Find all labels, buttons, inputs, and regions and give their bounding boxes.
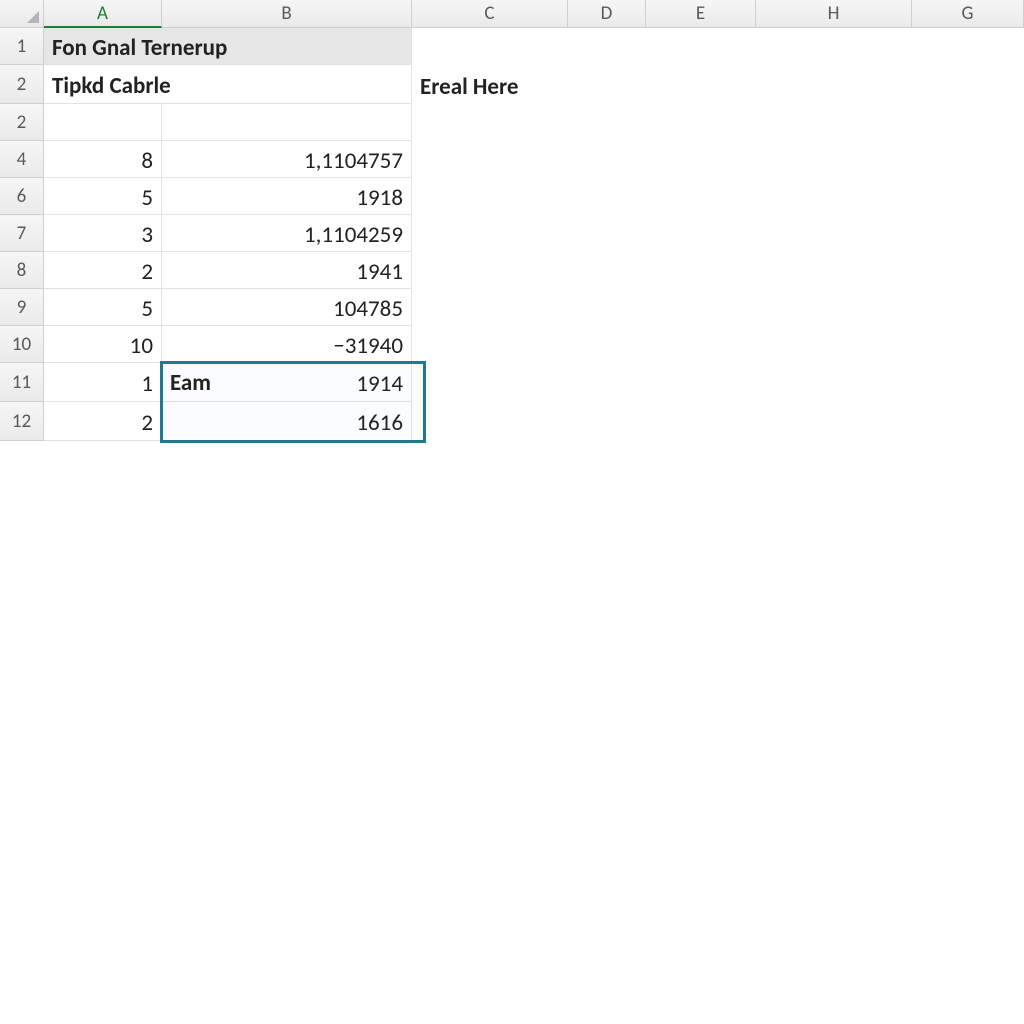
- cell-a6[interactable]: 5: [44, 178, 162, 215]
- cell-a7[interactable]: 3: [44, 215, 162, 252]
- row-header-6[interactable]: 6: [0, 178, 44, 215]
- row-header-2[interactable]: 2: [0, 65, 44, 104]
- column-header-a[interactable]: A: [44, 0, 162, 28]
- cell-b9[interactable]: 104785: [162, 289, 412, 326]
- cell-a11[interactable]: 1: [44, 363, 162, 402]
- cell-b8[interactable]: 1941: [162, 252, 412, 289]
- column-header-c[interactable]: C: [412, 0, 568, 28]
- row-header-2[interactable]: 2: [0, 104, 44, 141]
- row-header-11[interactable]: 11: [0, 363, 44, 402]
- spreadsheet-grid[interactable]: ABCDEHG 12246789101112 Fon Gnal Ternerup…: [0, 0, 1024, 1024]
- row-header-9[interactable]: 9: [0, 289, 44, 326]
- column-header-b[interactable]: B: [162, 0, 412, 28]
- row-header-8[interactable]: 8: [0, 252, 44, 289]
- row-header-12[interactable]: 12: [0, 402, 44, 441]
- cell-b6[interactable]: 1918: [162, 178, 412, 215]
- cell-b12[interactable]: 1616: [162, 402, 412, 441]
- cell-b10[interactable]: −31940: [162, 326, 412, 363]
- cell-a10[interactable]: 10: [44, 326, 162, 363]
- cell-a8[interactable]: 2: [44, 252, 162, 289]
- column-header-g[interactable]: G: [912, 0, 1024, 28]
- cell-a9[interactable]: 5: [44, 289, 162, 326]
- column-header-e[interactable]: E: [646, 0, 756, 28]
- cell-b11[interactable]: 1914: [162, 363, 412, 402]
- row-header-1[interactable]: 1: [0, 28, 44, 65]
- cell-b4[interactable]: 1,1104757: [162, 141, 412, 178]
- row-headers: 12246789101112: [0, 28, 44, 441]
- cell-b7[interactable]: 1,1104259: [162, 215, 412, 252]
- cell-a4[interactable]: 8: [44, 141, 162, 178]
- cell-b3[interactable]: [162, 104, 412, 141]
- row-header-10[interactable]: 10: [0, 326, 44, 363]
- column-headers: ABCDEHG: [0, 0, 1024, 28]
- row-header-7[interactable]: 7: [0, 215, 44, 252]
- cell-a3[interactable]: [44, 104, 162, 141]
- cell-a12[interactable]: 2: [44, 402, 162, 441]
- cell-c2[interactable]: Ereal Here: [412, 65, 646, 104]
- column-header-h[interactable]: H: [756, 0, 912, 28]
- cell-a1[interactable]: Fon Gnal Ternerup: [44, 28, 412, 65]
- select-all-corner[interactable]: [0, 0, 44, 28]
- cell-a2[interactable]: Tipkd Cabrle: [44, 65, 412, 104]
- row-header-4[interactable]: 4: [0, 141, 44, 178]
- column-header-d[interactable]: D: [568, 0, 646, 28]
